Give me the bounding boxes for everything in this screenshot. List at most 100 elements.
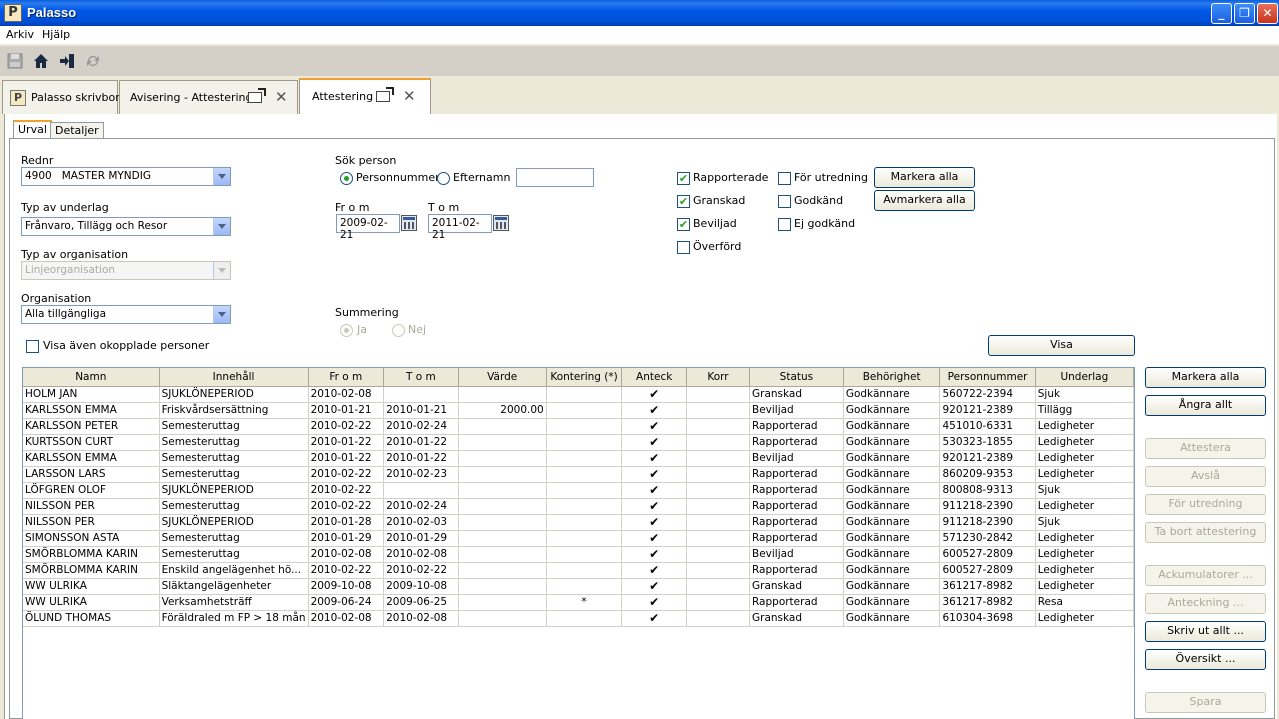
table-cell: Godkännare <box>843 546 941 563</box>
table-row[interactable]: KARLSSON PETER Semesteruttag 2010-02-22 201… <box>23 418 1134 435</box>
okopplade-checkbox[interactable] <box>26 340 39 353</box>
angra-allt-button[interactable]: Ångra allt <box>1145 395 1266 416</box>
table-row[interactable]: WW ULRIKA Släktangelägenheter 2009-10-08 20… <box>23 578 1134 595</box>
exit-icon[interactable] <box>59 53 75 69</box>
avmarkera-alla-button[interactable]: Avmarkera alla <box>874 190 975 211</box>
table-row[interactable]: SMÖRBLOMMA KARIN Enskild angelägenhet hö.… <box>23 562 1134 579</box>
calendar-icon[interactable] <box>493 215 509 231</box>
table-cell: Sjuk <box>1035 482 1134 499</box>
table-cell: 530323-1855 <box>939 434 1036 451</box>
column-header[interactable]: Namn <box>23 368 160 387</box>
minimize-button[interactable]: _ <box>1211 3 1232 24</box>
personnummer-radio[interactable] <box>340 172 353 185</box>
tab-detaljer[interactable]: Detaljer <box>50 122 104 138</box>
attestera-button[interactable]: Attestera <box>1145 438 1266 459</box>
table-cell: 2010-02-24 <box>383 418 459 435</box>
for-utredning-button[interactable]: För utredning <box>1145 494 1266 515</box>
ta-bort-attestering-button[interactable]: Ta bort attestering <box>1145 522 1266 543</box>
column-header[interactable]: Kontering (*) <box>546 368 623 387</box>
search-person-input[interactable] <box>516 168 594 187</box>
column-header[interactable]: Fr o m <box>308 368 385 387</box>
attestering-grid[interactable]: Namn Innehåll Fr o mT o m Värde Kontering (*… <box>22 367 1135 719</box>
maximize-button[interactable]: ❐ <box>1234 3 1255 24</box>
tab-avisering-attestering[interactable]: Avisering - Attestering ✕ <box>119 80 298 114</box>
column-header[interactable]: Innehåll <box>159 368 309 387</box>
avsla-button[interactable]: Avslå <box>1145 466 1266 487</box>
menu-arkiv[interactable]: Arkiv <box>6 28 34 41</box>
column-header[interactable]: Behörighet <box>843 368 941 387</box>
table-cell <box>546 578 623 595</box>
column-header[interactable]: Korr <box>686 368 750 387</box>
rapporterade-checkbox[interactable]: ✔ <box>677 172 690 185</box>
table-row[interactable]: KARLSSON EMMA Friskvårdsersättning 2010-01… <box>23 402 1134 419</box>
column-header[interactable]: T o m <box>383 368 459 387</box>
granskad-checkbox[interactable]: ✔ <box>677 195 690 208</box>
visa-button[interactable]: Visa <box>988 335 1135 356</box>
popout-icon[interactable] <box>248 88 266 103</box>
for-utredning-checkbox[interactable] <box>778 172 791 185</box>
table-cell: ✔ <box>621 514 687 531</box>
refresh-icon[interactable] <box>85 53 101 69</box>
typ-underlag-label: Typ av underlag <box>21 201 109 214</box>
tab-urval[interactable]: Urval <box>13 120 52 139</box>
table-row[interactable]: HOLM JAN SJUKLÖNEPERIOD 2010-02-08 ✔ Granska… <box>23 386 1134 403</box>
organisation-select[interactable]: Alla tillgängliga <box>21 305 231 324</box>
home-icon[interactable] <box>33 53 49 69</box>
typ-underlag-value: Frånvaro, Tillägg och Resor <box>25 220 168 232</box>
column-header[interactable]: Personnummer <box>939 368 1036 387</box>
table-cell: SJUKLÖNEPERIOD <box>159 482 309 499</box>
rednr-select[interactable]: 4900 MASTER MYNDIG <box>21 167 231 186</box>
column-header[interactable]: Underlag <box>1035 368 1134 387</box>
oversikt-button[interactable]: Översikt ... <box>1145 649 1266 670</box>
column-header[interactable]: Anteck <box>621 368 687 387</box>
godkand-checkbox[interactable] <box>778 195 791 208</box>
table-cell <box>686 498 750 515</box>
overford-checkbox[interactable] <box>677 241 690 254</box>
ej-godkand-checkbox[interactable] <box>778 218 791 231</box>
calendar-icon[interactable] <box>401 215 417 231</box>
typ-underlag-select[interactable]: Frånvaro, Tillägg och Resor <box>21 217 231 236</box>
main-panel: Urval Detaljer Rednr 4900 MASTER MYNDIG … <box>4 114 1277 719</box>
close-tab-icon[interactable]: ✕ <box>275 88 288 106</box>
ackumulatorer-button[interactable]: Ackumulatorer ... <box>1145 565 1266 586</box>
table-row[interactable]: KURTSSON CURT Semesteruttag 2010-01-22 2010… <box>23 434 1134 451</box>
beviljad-checkbox[interactable]: ✔ <box>677 218 690 231</box>
title-bar: P Palasso _ ❐ ✕ <box>0 0 1279 26</box>
popout-icon[interactable] <box>376 87 394 102</box>
column-header[interactable]: Värde <box>458 368 547 387</box>
markera-alla-button[interactable]: Markera alla <box>1145 367 1266 388</box>
ej-godkand-label: Ej godkänd <box>794 217 856 230</box>
from-date-input[interactable]: 2009-02-21 <box>336 214 400 241</box>
table-cell <box>546 402 623 419</box>
table-row[interactable]: SIMONSSON ASTA Semesteruttag 2010-01-29 201… <box>23 530 1134 547</box>
close-tab-icon[interactable]: ✕ <box>403 87 416 105</box>
spara-button[interactable]: Spara <box>1145 692 1266 713</box>
column-header[interactable]: Status <box>749 368 844 387</box>
table-row[interactable]: SMÖRBLOMMA KARIN Semesteruttag 2010-02-08 2… <box>23 546 1134 563</box>
tab-attestering[interactable]: Attestering ✕ <box>299 78 431 114</box>
table-row[interactable]: NILSSON PER SJUKLÖNEPERIOD 2010-01-28 2010-… <box>23 514 1134 531</box>
table-cell: Semesteruttag <box>159 498 309 515</box>
chevron-down-icon[interactable] <box>213 306 230 323</box>
anteckning-button[interactable]: Anteckning ... <box>1145 593 1266 614</box>
skriv-ut-allt-button[interactable]: Skriv ut allt ... <box>1145 621 1266 642</box>
table-row[interactable]: LARSSON LARS Semesteruttag 2010-02-22 2010-… <box>23 466 1134 483</box>
table-row[interactable]: LÖFGREN OLOF SJUKLÖNEPERIOD 2010-02-22 ✔ Rap… <box>23 482 1134 499</box>
close-window-button[interactable]: ✕ <box>1257 3 1278 24</box>
table-row[interactable]: NILSSON PER Semesteruttag 2010-02-22 2010-0… <box>23 498 1134 515</box>
markera-alla-status-button[interactable]: Markera alla <box>874 167 975 188</box>
table-row[interactable]: KARLSSON EMMA Semesteruttag 2010-01-22 2010… <box>23 450 1134 467</box>
table-row[interactable]: ÖLUND THOMAS Föräldraled m FP > 18 mån 201… <box>23 610 1134 627</box>
menu-hjalp[interactable]: Hjälp <box>42 28 70 41</box>
table-cell: ✔ <box>621 562 687 579</box>
efternamn-radio[interactable] <box>437 172 450 185</box>
tom-date-input[interactable]: 2011-02-21 <box>428 214 492 241</box>
grid-header-row: Namn Innehåll Fr o mT o m Värde Kontering (*… <box>23 368 1134 387</box>
tab-palasso-skrivbord[interactable]: P Palasso skrivbord <box>2 80 127 114</box>
granskad-label: Granskad <box>693 194 746 207</box>
table-cell: 610304-3698 <box>939 610 1036 627</box>
table-row[interactable]: WW ULRIKA Verksamhetsträff 2009-06-24 2009-… <box>23 594 1134 611</box>
chevron-down-icon[interactable] <box>213 218 230 235</box>
save-icon[interactable] <box>7 53 23 69</box>
chevron-down-icon[interactable] <box>213 168 230 185</box>
